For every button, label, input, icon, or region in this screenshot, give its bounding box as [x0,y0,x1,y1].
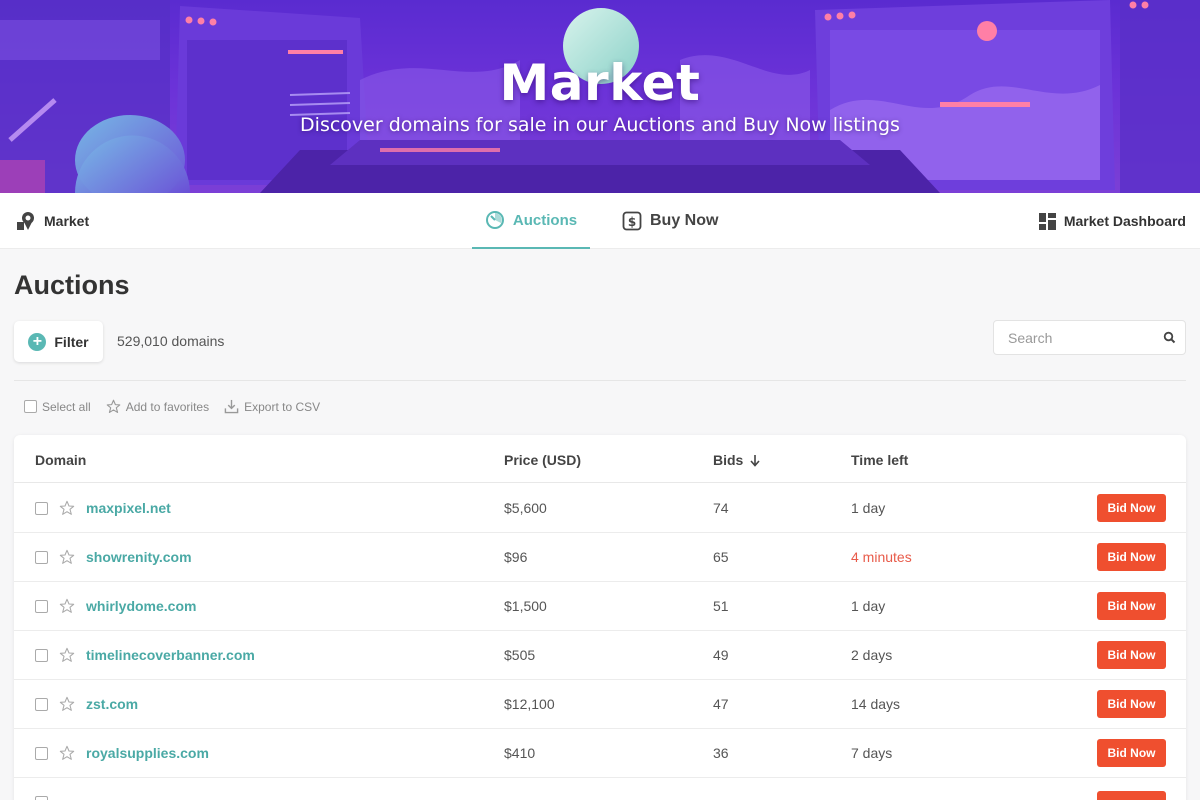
bid-now-button[interactable]: Bid Now [1097,690,1166,718]
row-checkbox[interactable] [35,698,48,711]
bids-cell: 74 [713,500,729,516]
search-icon[interactable] [1163,331,1176,344]
table-row-partial [14,778,1186,800]
bids-cell: 47 [713,696,729,712]
favorite-star-icon[interactable] [59,500,75,516]
row-checkbox[interactable] [35,747,48,760]
timer-icon [485,211,504,229]
column-header-time-left-label: Time left [851,452,909,468]
bids-cell: 36 [713,745,729,761]
nav-market-dashboard-label: Market Dashboard [1063,213,1186,229]
row-checkbox[interactable] [35,551,48,564]
favorite-star-icon[interactable] [59,549,75,565]
bid-now-button[interactable]: Bid Now [1097,494,1166,522]
domain-link[interactable]: royalsupplies.com [86,745,209,761]
domain-count: 529,010 domains [117,333,225,349]
plus-circle-icon: + [28,332,47,351]
time-left-cell: 2 days [851,647,893,663]
table-row: whirlydome.com $1,500 51 1 day Bid Now [14,582,1186,631]
bid-now-button[interactable]: Bid Now [1097,739,1166,767]
hero-banner: Market Discover domains for sale in our … [0,0,1200,193]
bulk-actions-bar: Select all Add to favorites Export to CS… [24,399,335,414]
row-checkbox[interactable] [35,796,48,800]
bids-cell: 65 [713,549,729,565]
hero-title: Market [499,54,701,112]
bid-now-button[interactable]: Bid Now [1097,543,1166,571]
price-cell: $1,500 [504,598,547,614]
nav-market-label: Market [44,213,90,229]
filter-label: Filter [54,333,89,350]
column-header-price[interactable]: Price (USD) [504,452,581,468]
favorite-star-icon[interactable] [59,745,75,761]
sort-down-arrow-icon [750,454,760,467]
auctions-table: Domain Price (USD) Bids Time left maxpix… [14,435,1186,800]
domain-link[interactable]: whirlydome.com [86,598,196,614]
tab-auctions[interactable]: Auctions [472,193,590,249]
divider [14,380,1186,381]
add-to-favorites-label: Add to favorites [125,399,210,414]
price-cell: $5,600 [504,500,547,516]
time-left-cell: 14 days [851,696,901,712]
column-header-domain[interactable]: Domain [35,452,86,468]
tab-buy-now-label: Buy Now [650,212,719,229]
column-header-bids[interactable]: Bids [713,452,761,468]
table-row: maxpixel.net $5,600 74 1 day Bid Now [14,484,1186,533]
column-header-bids-label: Bids [713,452,744,468]
tab-auctions-label: Auctions [512,211,578,229]
table-row: showrenity.com $96 65 4 minutes Bid Now [14,533,1186,582]
add-to-favorites-button[interactable]: Add to favorites [106,399,209,414]
nav-market-link[interactable]: Market [16,193,89,249]
time-left-cell: 4 minutes [851,549,912,565]
price-cell: $96 [504,549,528,565]
bid-now-button[interactable]: Bid Now [1097,592,1166,620]
domain-link[interactable]: timelinecoverbanner.com [86,647,255,663]
time-left-cell: 7 days [851,745,893,761]
search-box [993,320,1186,355]
hero-subtitle: Discover domains for sale in our Auction… [300,114,900,136]
time-left-cell: 1 day [851,598,886,614]
column-header-time-left[interactable]: Time left [851,452,908,468]
svg-text:$: $ [628,215,636,229]
market-nav: Market Auctions $ Buy Now Market Dashboa… [0,193,1200,249]
filter-button[interactable]: + Filter [14,321,103,362]
row-checkbox[interactable] [35,502,48,515]
favorite-star-icon[interactable] [59,647,75,663]
download-icon [224,399,239,414]
column-header-domain-label: Domain [35,452,87,468]
price-cell: $505 [504,647,536,663]
domain-link[interactable]: maxpixel.net [86,500,171,516]
select-all-checkbox[interactable]: Select all [24,400,91,414]
domain-link[interactable]: showrenity.com [86,549,192,565]
market-pin-icon [17,212,34,230]
price-cell: $410 [504,745,536,761]
bids-cell: 49 [713,647,729,663]
export-csv-label: Export to CSV [244,399,321,414]
page-title: Auctions [14,270,130,300]
domain-link[interactable]: zst.com [86,696,138,712]
dashboard-grid-icon [1038,212,1056,230]
favorite-star-icon[interactable] [59,598,75,614]
bid-now-button[interactable]: Bid Now [1097,641,1166,669]
tab-buy-now[interactable]: $ Buy Now [622,193,718,249]
bids-cell: 51 [713,598,729,614]
table-row: royalsupplies.com $410 36 7 days Bid Now [14,729,1186,778]
select-all-label: Select all [42,399,91,414]
nav-market-dashboard-link[interactable]: Market Dashboard [1038,193,1186,249]
export-csv-button[interactable]: Export to CSV [224,399,320,414]
row-checkbox[interactable] [35,600,48,613]
table-row: zst.com $12,100 47 14 days Bid Now [14,680,1186,729]
dollar-tag-icon: $ [622,211,642,231]
checkbox-icon [24,400,37,413]
bid-now-button[interactable] [1097,791,1166,800]
favorite-star-icon[interactable] [59,696,75,712]
table-row: timelinecoverbanner.com $505 49 2 days B… [14,631,1186,680]
column-header-price-label: Price (USD) [504,452,582,468]
star-icon [106,399,121,413]
row-checkbox[interactable] [35,649,48,662]
price-cell: $12,100 [504,696,555,712]
table-header: Domain Price (USD) Bids Time left [14,435,1186,483]
time-left-cell: 1 day [851,500,886,516]
search-input[interactable] [994,321,1154,354]
